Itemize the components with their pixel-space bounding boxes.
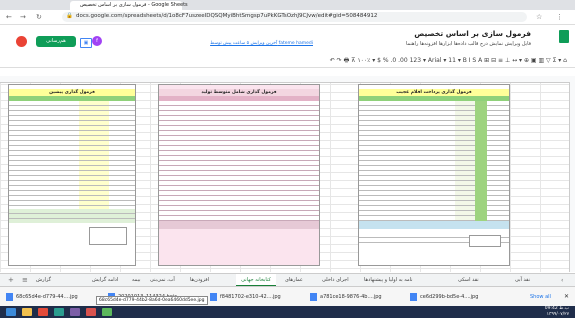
file-icon bbox=[310, 292, 317, 301]
panel-side-band bbox=[475, 101, 487, 221]
file-icon bbox=[210, 292, 217, 301]
taskbar bbox=[0, 306, 575, 318]
app-icon[interactable] bbox=[54, 308, 64, 316]
menu-bar[interactable]: فایل ویرایش نمایش درج قالب داده‌ها ابزار… bbox=[406, 41, 531, 47]
url-text: docs.google.com/spreadsheets/d/1o8cF7usz… bbox=[76, 13, 378, 19]
menu-dots-icon[interactable]: ⋮ bbox=[556, 12, 563, 22]
share-button[interactable]: هم‌رسانی bbox=[36, 36, 76, 47]
system-clock[interactable]: 09:42 ب.ظ ۱۳۹۹/۰۷/۲۷ bbox=[545, 306, 569, 318]
close-icon[interactable]: ✕ bbox=[564, 291, 569, 303]
download-tooltip: 68c65d4e-d779-44b2-8a6d-0ea6460dd5ee.jpg bbox=[96, 296, 208, 305]
panel-title: فرمول گذاری پرداخت اقلام عجیب bbox=[359, 89, 509, 96]
file-icon bbox=[410, 292, 417, 301]
panel-name-column bbox=[79, 101, 109, 209]
avatar[interactable]: f bbox=[92, 36, 102, 46]
column-headers[interactable] bbox=[0, 76, 575, 83]
panel-summary-row bbox=[9, 209, 135, 223]
panel-note-box bbox=[89, 227, 127, 245]
app-icon[interactable] bbox=[102, 308, 112, 316]
last-edit-link[interactable]: آخرین ویرایش ۵ ساعت پیش توسط fateme hame… bbox=[210, 41, 313, 46]
table-panel-middle[interactable]: فرمول گذاری شامل متوسط تولید bbox=[158, 84, 320, 266]
start-icon[interactable] bbox=[6, 308, 16, 316]
download-item[interactable]: a781ce18-9876-4b....jpg bbox=[310, 291, 382, 303]
address-bar[interactable]: 🔒 docs.google.com/spreadsheets/d/1o8cF7u… bbox=[62, 12, 527, 22]
toolbar-items[interactable]: ↶ ↷ 🖶 ⊼ ۱۰۰٪ ▾ $ % .0 .00 123 ▾ Arial ▾ … bbox=[330, 54, 567, 67]
comment-icon[interactable]: ▣ bbox=[80, 38, 92, 48]
panel-summary-row bbox=[159, 221, 319, 229]
app-icon[interactable] bbox=[86, 308, 96, 316]
download-item[interactable]: ce6d299b-bd5e-4....jpg bbox=[410, 291, 478, 303]
file-icon bbox=[6, 292, 13, 301]
panel-summary-row bbox=[359, 221, 509, 229]
show-all-link[interactable]: Show all bbox=[530, 291, 551, 303]
panel-title: فرمول گذاری پیشین bbox=[9, 89, 135, 96]
table-panel-right[interactable]: فرمول گذاری پرداخت اقلام عجیب bbox=[358, 84, 510, 266]
chrome-icon[interactable] bbox=[38, 308, 48, 316]
browser-tab[interactable]: فرمول سازی بر اساس تخصیص - Google Sheets bbox=[70, 1, 188, 10]
panel-rows bbox=[159, 101, 319, 221]
downloads-bar: 68c65d4e-d779-44....jpg 20201013_114324.… bbox=[0, 286, 575, 307]
lock-icon: 🔒 bbox=[66, 13, 73, 19]
file-explorer-icon[interactable] bbox=[22, 308, 32, 316]
table-panel-left[interactable]: فرمول گذاری پیشین bbox=[8, 84, 136, 266]
panel-note-box bbox=[469, 235, 501, 247]
formatting-toolbar[interactable]: ↶ ↷ 🖶 ⊼ ۱۰۰٪ ▾ $ % .0 .00 123 ▾ Arial ▾ … bbox=[0, 54, 575, 68]
download-item[interactable]: 68c65d4e-d779-44....jpg bbox=[6, 291, 78, 303]
sheets-logo-icon[interactable] bbox=[559, 30, 569, 43]
reload-icon[interactable]: ↻ bbox=[36, 12, 42, 22]
panel-rows bbox=[9, 101, 135, 209]
panel-name-column bbox=[455, 101, 475, 221]
row-headers[interactable] bbox=[569, 82, 575, 272]
forward-icon[interactable]: → bbox=[20, 12, 26, 22]
document-title[interactable]: فرمول سازی بر اساس تخصیص bbox=[414, 29, 531, 38]
panel-title: فرمول گذاری شامل متوسط تولید bbox=[159, 89, 319, 96]
sheet-tab-bar: + ≡ گزارش ادامه گرایش بیمه آب، نمی‌بنی ا… bbox=[0, 273, 575, 287]
present-icon[interactable] bbox=[16, 36, 27, 47]
browser-tab-title: فرمول سازی بر اساس تخصیص - Google Sheets bbox=[80, 2, 188, 8]
bookmark-star-icon[interactable]: ☆ bbox=[536, 12, 542, 22]
app-icon[interactable] bbox=[70, 308, 80, 316]
back-icon[interactable]: ← bbox=[6, 12, 12, 22]
download-item[interactable]: f8481702-e310-42....jpg bbox=[210, 291, 281, 303]
